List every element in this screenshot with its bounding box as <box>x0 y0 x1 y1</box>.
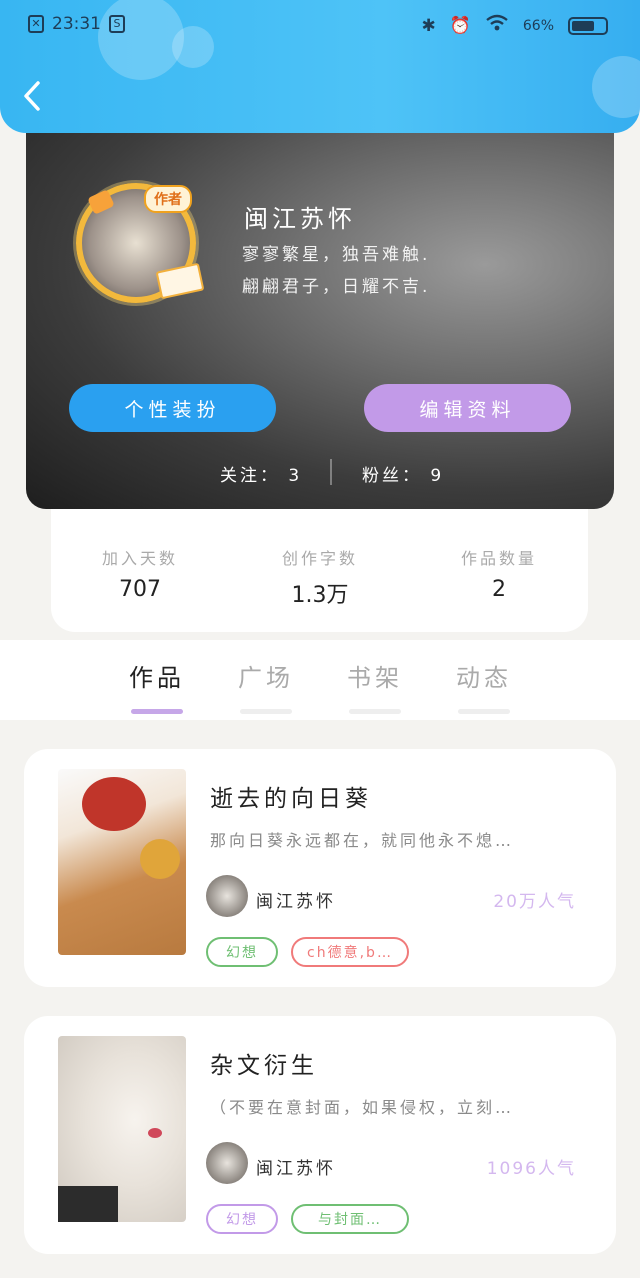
profile-bio: 寥寥繁星，独吾难触. 翩翩君子，日耀不吉. <box>242 239 430 303</box>
status-bar: ✕ 23:31 S ✱ ⏰ 66% <box>0 12 640 40</box>
work-popularity: 20万人气 <box>493 892 576 912</box>
dress-up-button[interactable]: 个性装扮 <box>69 384 276 432</box>
work-popularity: 1096人气 <box>486 1159 576 1179</box>
cover-figure-hair <box>82 777 146 831</box>
cover-figure-eye <box>148 1128 162 1138</box>
status-time: 23:31 <box>52 14 101 34</box>
work-cover-image[interactable] <box>58 769 186 955</box>
battery-percent: 66% <box>522 17 554 34</box>
wifi-icon <box>485 14 509 37</box>
stat-works-count: 作品数量 2 <box>429 545 569 602</box>
work-title[interactable]: 逝去的向日葵 <box>210 779 372 813</box>
tab-bookshelf[interactable]: 书架 <box>335 658 415 714</box>
notification-x-icon: ✕ <box>28 15 44 33</box>
work-card[interactable]: 杂文衍生 （不要在意封面，如果侵权，立刻… 闽江苏怀 1096人气 幻想 与封面… <box>24 1016 616 1254</box>
profile-username: 闽江苏怀 <box>244 205 356 233</box>
work-tag[interactable]: 与封面… <box>291 1204 409 1234</box>
work-tag[interactable]: 幻想 <box>206 937 278 967</box>
tab-indicator <box>458 709 510 714</box>
screenshot-icon: S <box>109 15 125 33</box>
stat-label: 作品数量 <box>460 549 537 568</box>
stat-value: 2 <box>492 577 506 602</box>
tab-indicator <box>131 709 183 714</box>
work-description: （不要在意封面，如果侵权，立刻… <box>210 1098 515 1117</box>
work-author: 闽江苏怀 <box>256 892 336 912</box>
tab-works[interactable]: 作品 <box>117 658 197 714</box>
work-description: 那向日葵永远都在，就同他永不熄… <box>210 831 515 850</box>
profile-card: 作者 闽江苏怀 寥寥繁星，独吾难触. 翩翩君子，日耀不吉. 个性装扮 编辑资料 … <box>26 133 614 509</box>
follow-counts: 关注： 3 粉丝： 9 <box>26 459 614 486</box>
edit-profile-button[interactable]: 编辑资料 <box>364 384 571 432</box>
stat-join-days: 加入天数 707 <box>70 545 210 602</box>
stat-label: 创作字数 <box>281 549 358 568</box>
work-title[interactable]: 杂文衍生 <box>210 1046 318 1080</box>
app-header: ✕ 23:31 S ✱ ⏰ 66% <box>0 0 640 133</box>
stat-value: 707 <box>119 577 161 602</box>
work-tag[interactable]: ch德意,b… <box>291 937 409 967</box>
stat-value: 1.3万 <box>291 583 349 608</box>
bio-line: 寥寥繁星，独吾难触. <box>242 245 431 265</box>
author-badge: 作者 <box>144 185 192 213</box>
back-button[interactable] <box>22 80 52 116</box>
sunflower-icon <box>140 839 180 879</box>
divider <box>330 459 332 485</box>
work-tag[interactable]: 幻想 <box>206 1204 278 1234</box>
work-author: 闽江苏怀 <box>256 1159 336 1179</box>
alarm-icon: ⏰ <box>449 15 471 36</box>
tab-indicator <box>240 709 292 714</box>
decorative-bubble <box>592 56 640 118</box>
stat-word-count: 创作字数 1.3万 <box>250 545 390 609</box>
bio-line: 翩翩君子，日耀不吉. <box>242 277 431 297</box>
work-card[interactable]: 逝去的向日葵 那向日葵永远都在，就同他永不熄… 闽江苏怀 20万人气 幻想 ch… <box>24 749 616 987</box>
cover-figure-collar <box>58 1186 118 1222</box>
following-count[interactable]: 关注： 3 <box>220 461 302 486</box>
bluetooth-icon: ✱ <box>421 15 436 36</box>
work-cover-image[interactable] <box>58 1036 186 1222</box>
tab-indicator <box>349 709 401 714</box>
stat-label: 加入天数 <box>101 549 178 568</box>
tab-bar: 作品 广场 书架 动态 <box>0 640 640 720</box>
stats-panel: 加入天数 707 创作字数 1.3万 作品数量 2 <box>51 509 588 632</box>
followers-count[interactable]: 粉丝： 9 <box>362 461 444 486</box>
chevron-left-icon <box>24 81 40 111</box>
tab-activity[interactable]: 动态 <box>444 658 524 714</box>
author-avatar <box>206 875 248 917</box>
author-avatar <box>206 1142 248 1184</box>
tab-square[interactable]: 广场 <box>226 658 306 714</box>
battery-icon <box>568 16 608 35</box>
